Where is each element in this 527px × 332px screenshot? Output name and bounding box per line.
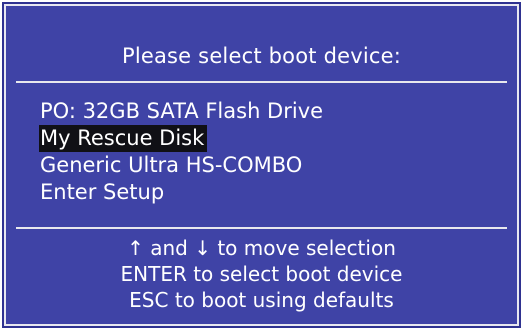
boot-option-generic-ultra-hs-combo[interactable]: Generic Ultra HS-COMBO bbox=[40, 152, 326, 179]
help-line-escape: ESC to boot using defaults bbox=[129, 288, 394, 312]
boot-option-label: My Rescue Disk bbox=[39, 125, 208, 152]
bottom-divider bbox=[16, 227, 507, 229]
help-text: ↑ and ↓ to move selection ENTER to selec… bbox=[6, 235, 517, 313]
boot-option-sata-flash-drive[interactable]: PO: 32GB SATA Flash Drive bbox=[40, 98, 326, 125]
boot-device-dialog: Please select boot device: PO: 32GB SATA… bbox=[2, 2, 521, 328]
dialog-title: Please select boot device: bbox=[121, 44, 402, 68]
boot-option-label: PO: 32GB SATA Flash Drive bbox=[40, 99, 324, 123]
boot-device-list: PO: 32GB SATA Flash Drive My Rescue Disk… bbox=[39, 98, 326, 206]
top-divider bbox=[16, 81, 507, 83]
bios-screen: Please select boot device: PO: 32GB SATA… bbox=[0, 0, 527, 332]
help-line-enter: ENTER to select boot device bbox=[120, 262, 403, 286]
boot-option-enter-setup[interactable]: Enter Setup bbox=[40, 179, 326, 206]
help-line-navigation: ↑ and ↓ to move selection bbox=[127, 236, 396, 260]
boot-option-rescue-disk[interactable]: My Rescue Disk bbox=[39, 125, 326, 152]
boot-option-label: Generic Ultra HS-COMBO bbox=[40, 153, 303, 177]
boot-option-label: Enter Setup bbox=[40, 180, 165, 204]
